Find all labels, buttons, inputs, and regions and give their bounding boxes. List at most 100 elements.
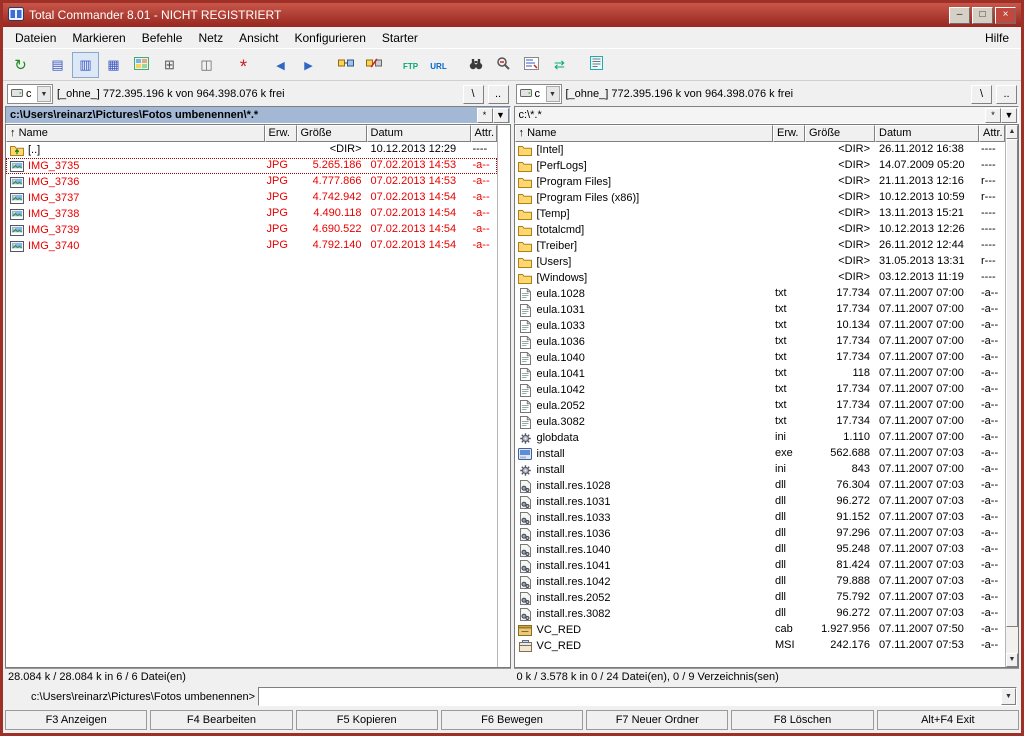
file-row[interactable]: installini84307.11.2007 07:00-a-- [515,462,1006,478]
menu-item-ansicht[interactable]: Ansicht [231,29,286,47]
view-full-button[interactable]: ▥ [72,52,99,78]
file-row[interactable]: eula.1033txt10.13407.11.2007 07:00-a-- [515,318,1006,334]
search-button[interactable] [462,52,489,78]
column-header-attr[interactable]: Attr. [471,125,497,142]
file-row[interactable]: eula.1040txt17.73407.11.2007 07:00-a-- [515,350,1006,366]
right-drive-selector[interactable]: c ▼ [516,84,562,104]
quick-view-button[interactable]: ◫ [193,52,220,78]
ftp-connect-button[interactable] [332,52,359,78]
url-download-button[interactable]: URL [425,52,452,78]
menu-item-konfigurieren[interactable]: Konfigurieren [286,29,373,47]
maximize-button[interactable]: □ [972,7,993,24]
multi-rename-button[interactable] [518,52,545,78]
chevron-down-icon[interactable]: ▼ [546,86,560,102]
file-row[interactable]: IMG_3736JPG4.777.86607.02.2013 14:53-a-- [6,174,497,190]
file-row[interactable]: eula.1041txt11807.11.2007 07:00-a-- [515,366,1006,382]
column-header-date[interactable]: Datum [367,125,471,142]
left-path-bar[interactable]: c:\Users\reinarz\Pictures\Fotos umbenenn… [5,106,511,124]
file-row[interactable]: eula.2052txt17.73407.11.2007 07:00-a-- [515,398,1006,414]
file-row[interactable]: [Program Files]<DIR>21.11.2013 12:16r--- [515,174,1006,190]
fn-f3-button[interactable]: F3 Anzeigen [5,710,147,730]
view-tree-button[interactable]: ⊞ [156,52,183,78]
fn-alt-f4-button[interactable]: Alt+F4 Exit [877,710,1019,730]
command-history-dropdown[interactable]: ▼ [1001,688,1016,705]
menu-item-netz[interactable]: Netz [190,29,231,47]
scrollbar-up-button[interactable]: ▲ [1006,125,1018,139]
left-scrollbar[interactable] [497,125,510,667]
ftp-new-button[interactable]: FTP [397,52,424,78]
file-row[interactable]: install.res.1028dll76.30407.11.2007 07:0… [515,478,1006,494]
fn-f6-button[interactable]: F6 Bewegen [441,710,583,730]
menu-item-hilfe[interactable]: Hilfe [977,29,1017,47]
chevron-down-icon[interactable]: ▼ [37,86,51,102]
menu-item-starter[interactable]: Starter [374,29,426,47]
right-root-dir-button[interactable]: \ [971,85,992,104]
file-row[interactable]: globdataini1.11007.11.2007 07:00-a-- [515,430,1006,446]
file-row[interactable]: install.res.1041dll81.42407.11.2007 07:0… [515,558,1006,574]
fn-f7-button[interactable]: F7 Neuer Ordner [586,710,728,730]
left-history-button[interactable]: ▼ [493,108,509,123]
fn-f4-button[interactable]: F4 Bearbeiten [150,710,292,730]
right-history-button[interactable]: ▼ [1001,108,1017,123]
right-parent-dir-button[interactable]: .. [996,85,1017,104]
ftp-disconnect-button[interactable] [360,52,387,78]
view-brief-button[interactable]: ▤ [44,52,71,78]
file-row[interactable]: install.res.1033dll91.15207.11.2007 07:0… [515,510,1006,526]
view-thumbnails-button[interactable] [128,52,155,78]
right-favorites-button[interactable]: * [985,108,1001,123]
right-scrollbar[interactable]: ▲ ▼ [1005,125,1018,667]
file-row[interactable]: [totalcmd]<DIR>10.12.2013 12:26---- [515,222,1006,238]
file-row[interactable]: [Temp]<DIR>13.11.2013 15:21---- [515,206,1006,222]
file-row[interactable]: eula.1031txt17.73407.11.2007 07:00-a-- [515,302,1006,318]
file-row[interactable]: IMG_3735JPG5.265.18607.02.2013 14:53-a-- [6,158,497,174]
file-row[interactable]: [Treiber]<DIR>26.11.2012 12:44---- [515,238,1006,254]
column-header-ext[interactable]: Erw. [773,125,805,142]
file-row[interactable]: [PerfLogs]<DIR>14.07.2009 05:20---- [515,158,1006,174]
command-input[interactable] [259,688,1001,705]
file-row[interactable]: install.res.1036dll97.29607.11.2007 07:0… [515,526,1006,542]
back-button[interactable]: ◀ [267,52,294,78]
file-row[interactable]: IMG_3740JPG4.792.14007.02.2013 14:54-a-- [6,238,497,254]
left-root-dir-button[interactable]: \ [463,85,484,104]
column-header-date[interactable]: Datum [875,125,979,142]
file-row[interactable]: install.res.1040dll95.24807.11.2007 07:0… [515,542,1006,558]
column-header-ext[interactable]: Erw. [265,125,297,142]
left-parent-dir-button[interactable]: .. [488,85,509,104]
column-header-name[interactable]: ↑ Name [6,125,265,142]
title-bar[interactable]: Total Commander 8.01 - NICHT REGISTRIERT… [3,3,1021,27]
file-row[interactable]: eula.1028txt17.73407.11.2007 07:00-a-- [515,286,1006,302]
file-row[interactable]: IMG_3738JPG4.490.11807.02.2013 14:54-a-- [6,206,497,222]
column-header-attr[interactable]: Attr. [979,125,1005,142]
file-row[interactable]: eula.1036txt17.73407.11.2007 07:00-a-- [515,334,1006,350]
editor-button[interactable] [583,52,610,78]
file-row[interactable]: eula.3082txt17.73407.11.2007 07:00-a-- [515,414,1006,430]
column-header-size[interactable]: Größe [805,125,875,142]
scrollbar-track[interactable] [1006,139,1018,653]
left-favorites-button[interactable]: * [477,108,493,123]
file-row[interactable]: install.res.1031dll96.27207.11.2007 07:0… [515,494,1006,510]
file-row[interactable]: install.res.2052dll75.79207.11.2007 07:0… [515,590,1006,606]
close-button[interactable]: × [995,7,1016,24]
view-custom-columns-button[interactable]: ▦ [100,52,127,78]
file-row[interactable]: VC_REDcab1.927.95607.11.2007 07:50-a-- [515,622,1006,638]
fn-f8-button[interactable]: F8 Löschen [731,710,873,730]
favorites-star-button[interactable]: * [230,52,257,78]
file-row[interactable]: IMG_3737JPG4.742.94207.02.2013 14:54-a-- [6,190,497,206]
file-row[interactable]: [Users]<DIR>31.05.2013 13:31r--- [515,254,1006,270]
file-row[interactable]: install.res.3082dll96.27207.11.2007 07:0… [515,606,1006,622]
scrollbar-down-button[interactable]: ▼ [1006,653,1018,667]
file-row[interactable]: [Intel]<DIR>26.11.2012 16:38---- [515,142,1006,158]
sync-dirs-button[interactable]: ⇄ [546,52,573,78]
file-row[interactable]: [Windows]<DIR>03.12.2013 11:19---- [515,270,1006,286]
file-row[interactable]: [..]<DIR>10.12.2013 12:29---- [6,142,497,158]
menu-item-markieren[interactable]: Markieren [64,29,133,47]
scrollbar-thumb[interactable] [1006,139,1018,627]
file-row[interactable]: installexe562.68807.11.2007 07:03-a-- [515,446,1006,462]
right-path-bar[interactable]: c:\*.* * ▼ [514,106,1020,124]
file-row[interactable]: eula.1042txt17.73407.11.2007 07:00-a-- [515,382,1006,398]
menu-item-dateien[interactable]: Dateien [7,29,64,47]
file-row[interactable]: IMG_3739JPG4.690.52207.02.2013 14:54-a-- [6,222,497,238]
refresh-button[interactable]: ↻ [7,52,34,78]
fn-f5-button[interactable]: F5 Kopieren [296,710,438,730]
file-row[interactable]: VC_REDMSI242.17607.11.2007 07:53-a-- [515,638,1006,654]
